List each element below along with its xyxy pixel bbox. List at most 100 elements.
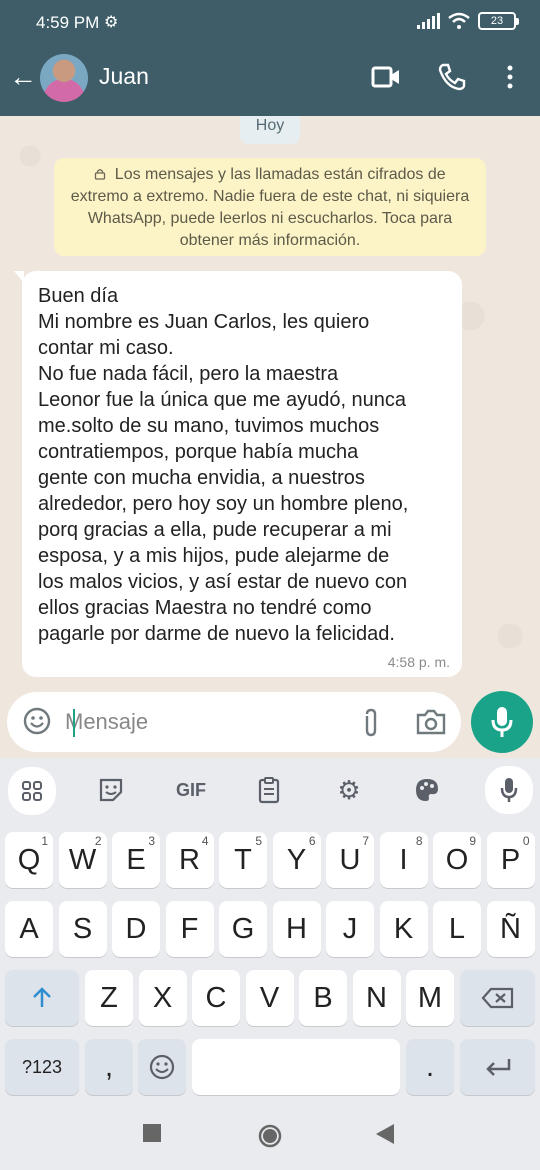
symbols-key-label: ?123 xyxy=(21,1056,63,1077)
key-w-hint: 2 xyxy=(94,834,102,848)
symbols-key[interactable]: ?123 xyxy=(5,1039,79,1095)
avatar[interactable] xyxy=(40,54,88,102)
shift-key[interactable] xyxy=(5,970,79,1026)
shift-icon xyxy=(33,987,51,1007)
key-k[interactable]: K xyxy=(379,901,428,957)
key-k-label: K xyxy=(393,912,414,945)
key-j[interactable]: J xyxy=(326,901,374,957)
key-q-hint: 1 xyxy=(41,834,48,848)
voice-input-icon[interactable] xyxy=(485,766,533,814)
key-r[interactable]: R4 xyxy=(165,832,214,888)
back-arrow-icon[interactable]: ← xyxy=(8,60,38,94)
sticker-icon[interactable] xyxy=(88,770,134,810)
period-key-label: . xyxy=(425,1050,435,1083)
key-e[interactable]: E3 xyxy=(112,832,160,888)
chat-area[interactable]: Hoy Los mensajes y las llamadas están ci… xyxy=(0,116,540,691)
recent-apps-icon[interactable] xyxy=(143,1124,161,1142)
key-w[interactable]: W2 xyxy=(58,832,107,888)
key-l[interactable]: L xyxy=(433,901,481,957)
key-z[interactable]: Z xyxy=(85,970,133,1026)
key-ñ[interactable]: Ñ xyxy=(486,901,535,957)
video-call-icon[interactable] xyxy=(368,60,404,94)
contact-name[interactable]: Juan xyxy=(99,63,149,90)
incoming-message[interactable]: Buen día Mi nombre es Juan Carlos, les qu… xyxy=(14,271,462,677)
key-y-hint: 6 xyxy=(308,834,316,848)
key-p-label: P xyxy=(500,843,521,876)
top-bar: 4:59 PM ⚙ 23 ← Juan xyxy=(0,0,540,116)
encryption-notice[interactable]: Los mensajes y las llamadas están cifrad… xyxy=(54,158,486,256)
key-w-label: W xyxy=(68,843,97,876)
key-i[interactable]: I8 xyxy=(379,832,428,888)
phone-icon[interactable] xyxy=(434,60,470,94)
encryption-notice-text: Los mensajes y las llamadas están cifrad… xyxy=(70,166,470,249)
period-key[interactable]: . xyxy=(406,1039,454,1095)
key-t-hint: 5 xyxy=(255,834,262,848)
key-p[interactable]: P0 xyxy=(486,832,535,888)
key-c[interactable]: C xyxy=(192,970,240,1026)
microphone-button[interactable] xyxy=(471,691,533,753)
key-q[interactable]: Q1 xyxy=(5,832,53,888)
key-o[interactable]: O9 xyxy=(433,832,481,888)
chat-header: ← Juan xyxy=(0,46,540,116)
space-key[interactable] xyxy=(192,1039,400,1095)
gif-button[interactable]: GIF xyxy=(168,770,214,810)
key-d-label: D xyxy=(125,912,147,945)
key-f[interactable]: F xyxy=(165,901,214,957)
key-y-label: Y xyxy=(286,843,307,876)
message-line: Leonor fue la única que me ayudó, nunca xyxy=(38,389,407,411)
settings-icon: ⚙ xyxy=(104,14,119,31)
key-t[interactable]: T5 xyxy=(219,832,267,888)
message-line: esposa, y a mis hijos, pude alejarme de xyxy=(38,545,390,567)
lock-icon xyxy=(95,169,106,180)
message-input[interactable] xyxy=(65,702,345,742)
comma-key[interactable]: , xyxy=(85,1039,133,1095)
key-f-label: F xyxy=(180,912,199,945)
key-a[interactable]: A xyxy=(5,901,53,957)
message-line: Buen día xyxy=(38,285,119,307)
key-o-hint: 9 xyxy=(469,834,476,848)
message-composer[interactable] xyxy=(7,692,461,752)
key-b-label: B xyxy=(313,981,333,1014)
key-b[interactable]: B xyxy=(299,970,347,1026)
more-icon[interactable] xyxy=(492,60,528,94)
key-e-label: E xyxy=(126,843,146,876)
home-icon[interactable] xyxy=(258,1124,282,1148)
microphone-icon xyxy=(491,707,513,737)
key-r-label: R xyxy=(179,843,200,876)
key-o-label: O xyxy=(445,843,469,876)
emoji-key[interactable] xyxy=(138,1039,186,1095)
attach-icon[interactable] xyxy=(359,708,383,738)
key-s[interactable]: S xyxy=(58,901,107,957)
key-g[interactable]: G xyxy=(219,901,267,957)
camera-icon[interactable] xyxy=(415,708,447,736)
key-v-label: V xyxy=(259,981,280,1014)
comma-key-label: , xyxy=(104,1050,114,1083)
key-h-label: H xyxy=(286,912,307,945)
back-icon[interactable] xyxy=(376,1124,394,1144)
key-d[interactable]: D xyxy=(112,901,160,957)
key-g-label: G xyxy=(231,912,255,945)
apps-grid-icon[interactable] xyxy=(8,767,56,815)
key-i-hint: 8 xyxy=(415,834,423,848)
key-v[interactable]: V xyxy=(245,970,294,1026)
key-q-label: Q xyxy=(17,843,41,876)
date-chip: Hoy xyxy=(240,116,300,144)
backspace-key[interactable] xyxy=(460,970,535,1026)
key-n[interactable]: N xyxy=(352,970,401,1026)
message-line: pagarle por darme de nuevo la felicidad. xyxy=(38,623,395,645)
key-y[interactable]: Y6 xyxy=(272,832,321,888)
key-m-label: M xyxy=(417,981,443,1014)
enter-key[interactable] xyxy=(460,1039,535,1095)
key-u[interactable]: U7 xyxy=(326,832,374,888)
key-e-hint: 3 xyxy=(148,834,155,848)
key-s-label: S xyxy=(72,912,93,945)
key-h[interactable]: H xyxy=(272,901,321,957)
palette-icon[interactable] xyxy=(404,770,450,810)
message-line: gente con mucha envidia, a nuestros xyxy=(38,467,365,489)
message-line: contratiempos, porque había mucha xyxy=(38,441,359,463)
key-m[interactable]: M xyxy=(406,970,454,1026)
clipboard-icon[interactable] xyxy=(246,770,292,810)
emoji-icon[interactable] xyxy=(22,706,52,736)
key-x[interactable]: X xyxy=(138,970,187,1026)
keyboard-settings-icon[interactable]: ⚙ xyxy=(326,770,372,810)
